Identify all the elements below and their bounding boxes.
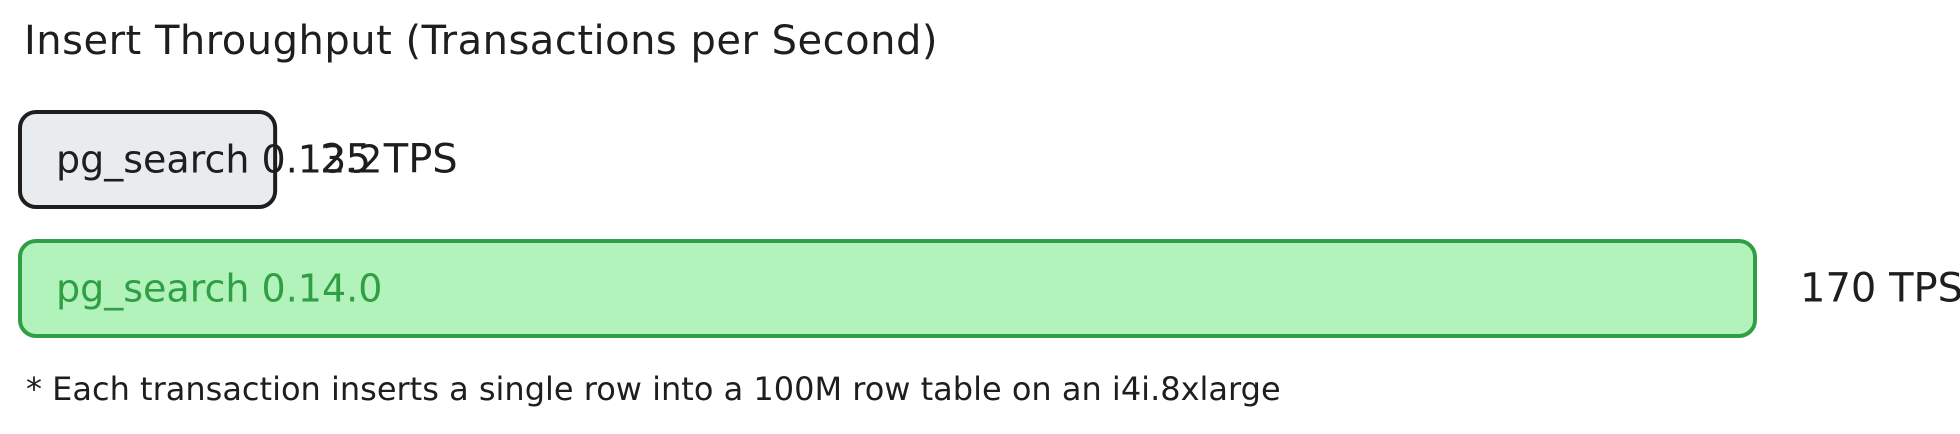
bar-category-label-1: pg_search 0.14.0 [56,267,382,311]
bar-chart: pg_search 0.13.225 TPSpg_search 0.14.0 17… [18,110,1960,338]
bar-value-label-1: 170 TPS [1800,266,1960,312]
bar-value-label-0: 25 TPS [320,137,458,183]
chart-footnote: * Each transaction inserts a single row … [26,370,1281,408]
